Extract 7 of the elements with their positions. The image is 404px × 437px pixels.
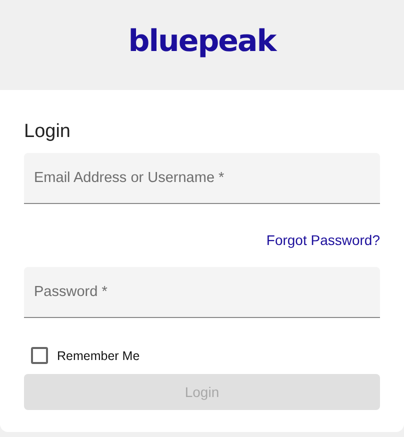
forgot-password-link[interactable]: Forgot Password?	[266, 232, 380, 249]
password-field[interactable]: Password *	[24, 267, 380, 318]
remember-checkbox[interactable]	[31, 347, 48, 364]
form-title: Login	[24, 121, 72, 143]
username-field[interactable]: Email Address or Username *	[24, 153, 380, 204]
remember-label: Remember Me	[57, 348, 140, 362]
logo: bluepeak	[128, 27, 276, 61]
